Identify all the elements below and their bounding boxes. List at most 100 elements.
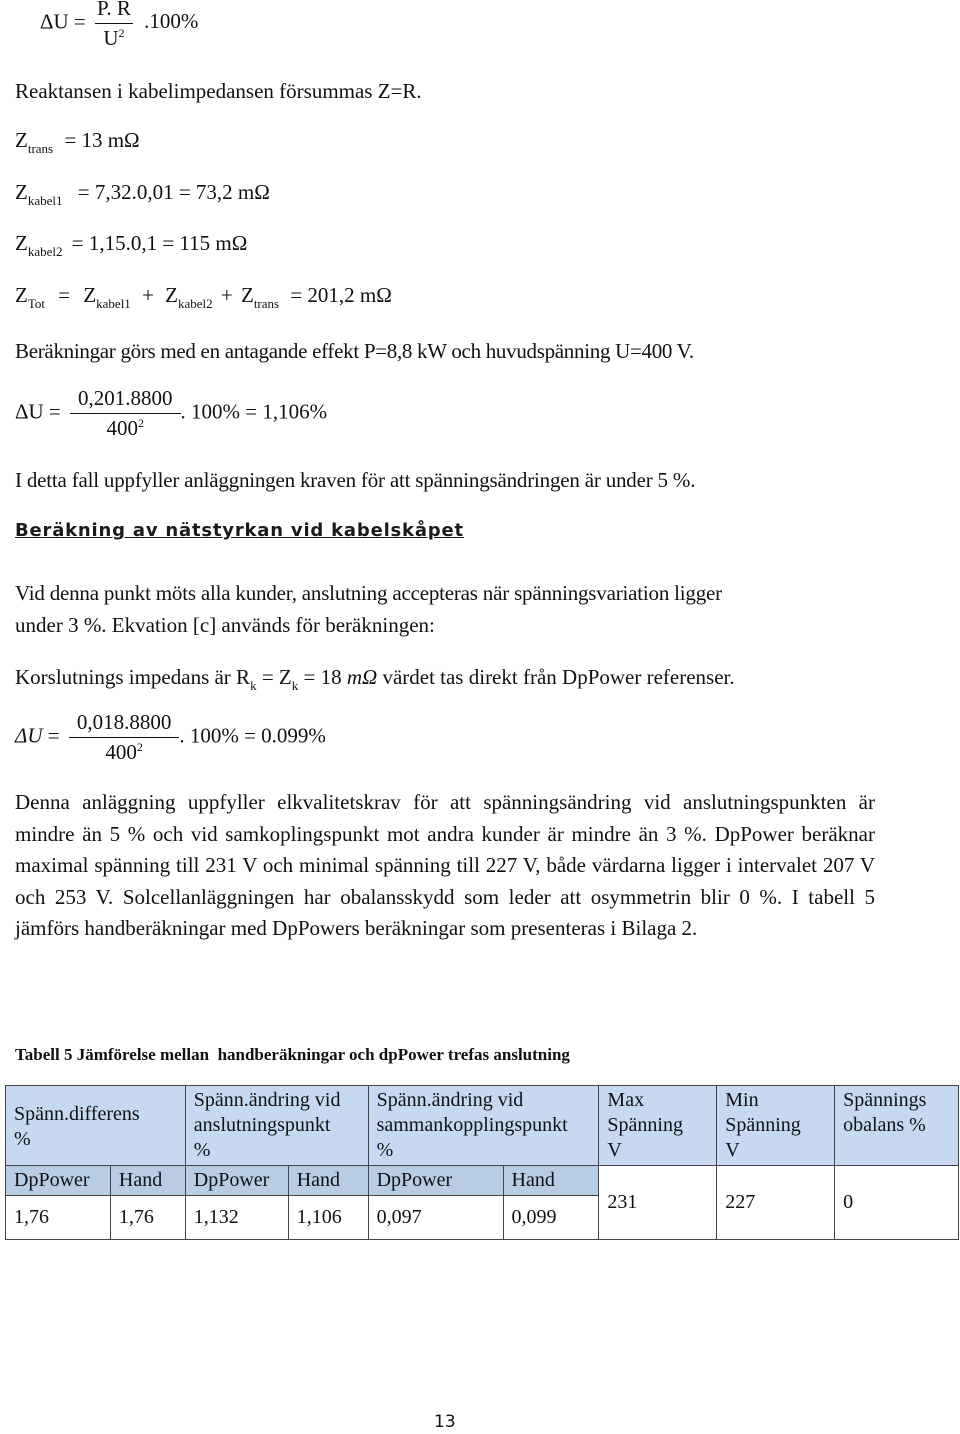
formula-fraction: 0,201.8800 4002 <box>70 386 181 441</box>
z-subscript: k <box>291 678 299 693</box>
equals: = <box>58 283 71 307</box>
term1-subscript: kabel1 <box>96 296 131 311</box>
conclusion-text: I detta fall uppfyller anläggningen krav… <box>15 468 696 492</box>
formula-general: ΔU = P. R U2 .100% <box>40 0 198 51</box>
denominator-base: U <box>103 26 119 50</box>
z-kabel2-line: Zkabel2 = 1,15.0,1 = 115 mΩ <box>15 231 248 259</box>
korslutning-unit: mΩ <box>346 665 378 689</box>
formula-fraction: P. R U2 <box>95 0 133 51</box>
paragraph-point-line2: under 3 %. Ekvation [c] används för berä… <box>15 613 435 637</box>
header-line: V <box>607 1139 622 1161</box>
denominator-base: 400 <box>105 740 137 764</box>
plus: + <box>142 283 154 307</box>
formula-suffix: . 100% = 1,106% <box>180 399 328 424</box>
header-line: Spänning <box>607 1114 683 1136</box>
table-header-row: Spänn.differens % Spänn.ändring vid ansl… <box>5 1085 959 1166</box>
table-cell: 0,097 <box>367 1195 504 1240</box>
subheader-cell: Hand <box>287 1165 369 1196</box>
z-subscript: Tot <box>27 296 45 311</box>
formula-lhs: ΔU <box>15 723 43 748</box>
header-line: Spänn.ändring vid <box>376 1089 524 1111</box>
plus: + <box>220 283 233 307</box>
header-line: Min <box>725 1089 759 1111</box>
note-reactance: Reaktansen i kabelimpedansen försummas Z… <box>15 79 422 103</box>
equals: = <box>42 723 60 748</box>
header-line: % <box>14 1127 31 1150</box>
formula-suffix: .100% <box>144 9 199 34</box>
header-min-spanning: Min Spänning V <box>716 1085 836 1166</box>
assumption-text: Beräkningar görs med en antagande effekt… <box>15 339 694 363</box>
header-line: obalans % <box>843 1114 926 1136</box>
header-line: Spänn.differens <box>14 1102 140 1125</box>
section-heading: Beräkning av nätstyrkan vid kabelskåpet <box>15 520 464 541</box>
korslutning-mid: = Z <box>256 665 292 689</box>
korslutning-line: Korslutnings impedans är Rk = Zk = 18 mΩ… <box>15 662 735 695</box>
formula-denominator: 4002 <box>69 738 180 765</box>
korslutning-prefix: Korslutnings impedans är R <box>15 665 251 689</box>
header-line: sammankopplingspunkt <box>376 1114 568 1136</box>
formula-fraction: 0,018.8800 4002 <box>68 710 180 765</box>
table-cell: 1,132 <box>184 1195 289 1240</box>
z-expression: = 7,32.0,01 = 73,2 mΩ <box>77 180 270 204</box>
header-line: Spänn.ändring vid <box>193 1089 341 1111</box>
z-symbol: Z <box>15 231 28 255</box>
formula-numerator: 0,201.8800 <box>70 386 181 414</box>
z-expression: = 13 mΩ <box>64 128 140 152</box>
r-subscript: k <box>250 678 257 693</box>
paragraph-point-line1: Vid denna punkt möts alla kunder, anslut… <box>15 581 722 605</box>
header-line: anslutningspunkt <box>193 1114 331 1136</box>
z-kabel1-line: Zkabel1 = 7,32.0,01 = 73,2 mΩ <box>15 180 270 208</box>
z-expression: = 1,15.0,1 = 115 mΩ <box>71 231 248 255</box>
max-spanning-value: 231 <box>598 1165 718 1240</box>
comparison-table: Spänn.differens % Spänn.ändring vid ansl… <box>5 1085 959 1240</box>
table-cell: 0,099 <box>502 1195 600 1240</box>
formula-numerator: 0,018.8800 <box>68 710 180 738</box>
term3: Z <box>240 283 254 307</box>
formula-calc1: ΔU = 0,201.8800 4002 . 100% = 1,106% <box>15 386 327 441</box>
formula-calc2: ΔU = 0,018.8800 4002 . 100% = 0.099% <box>15 710 326 765</box>
subheader-cell: Hand <box>109 1165 186 1196</box>
header-spann-differens: Spänn.differens % <box>5 1085 186 1166</box>
term1: Z <box>83 283 97 307</box>
header-anslutningspunkt: Spänn.ändring vid anslutningspunkt % <box>184 1085 369 1166</box>
header-line: % <box>376 1139 394 1161</box>
z-subscript: trans <box>27 141 54 156</box>
page-number: 13 <box>434 1412 456 1432</box>
table-cell: 1,106 <box>287 1195 369 1240</box>
z-symbol: Z <box>15 128 28 152</box>
header-sammankopplingspunkt: Spänn.ändring vid sammankopplingspunkt % <box>367 1085 600 1166</box>
header-line: % <box>193 1139 211 1161</box>
z-subscript: kabel1 <box>27 193 63 208</box>
table-caption: Tabell 5 Jämförelse mellan handberäkning… <box>15 1045 570 1064</box>
table-cell: 1,76 <box>5 1195 111 1240</box>
formula-denominator: 4002 <box>70 414 181 441</box>
header-max-spanning: Max Spänning V <box>598 1085 718 1166</box>
z-symbol: Z <box>15 180 28 204</box>
table-subheader-row: DpPower Hand DpPower Hand DpPower Hand 2… <box>5 1165 959 1240</box>
z-subscript: kabel2 <box>27 244 63 259</box>
header-line: Spänning <box>725 1114 801 1136</box>
header-line: Spännings <box>843 1089 927 1111</box>
denominator-exponent: 2 <box>118 26 125 40</box>
formula-numerator: P. R <box>95 0 133 24</box>
formula-lhs: ΔU = <box>40 9 86 34</box>
header-spannings-obalans: Spännings obalans % <box>834 1085 959 1166</box>
z-tot-line: ZTot = Zkabel1 + Zkabel2 + Ztrans = 201,… <box>15 283 392 311</box>
denominator-exponent: 2 <box>138 416 145 430</box>
korslutning-suffix: värdet tas direkt från DpPower referense… <box>377 665 735 689</box>
z-tot-result: = 201,2 mΩ <box>290 283 392 307</box>
formula-lhs: ΔU = <box>15 399 61 424</box>
summary-paragraph: Denna anläggning uppfyller elkvalitetskr… <box>15 790 875 941</box>
min-spanning-value: 227 <box>716 1165 836 1240</box>
subheader-cell: DpPower <box>184 1165 289 1196</box>
term3-subscript: trans <box>253 296 280 311</box>
z-symbol: Z <box>15 283 28 307</box>
z-trans-line: Ztrans = 13 mΩ <box>15 128 140 156</box>
formula-denominator: U2 <box>95 24 133 51</box>
header-line: V <box>725 1139 740 1161</box>
denominator-exponent: 2 <box>136 740 143 754</box>
denominator-base: 400 <box>106 416 139 440</box>
subheader-cell: Hand <box>502 1165 600 1196</box>
korslutning-value: = 18 <box>298 665 347 689</box>
subheader-cell: DpPower <box>367 1165 504 1196</box>
